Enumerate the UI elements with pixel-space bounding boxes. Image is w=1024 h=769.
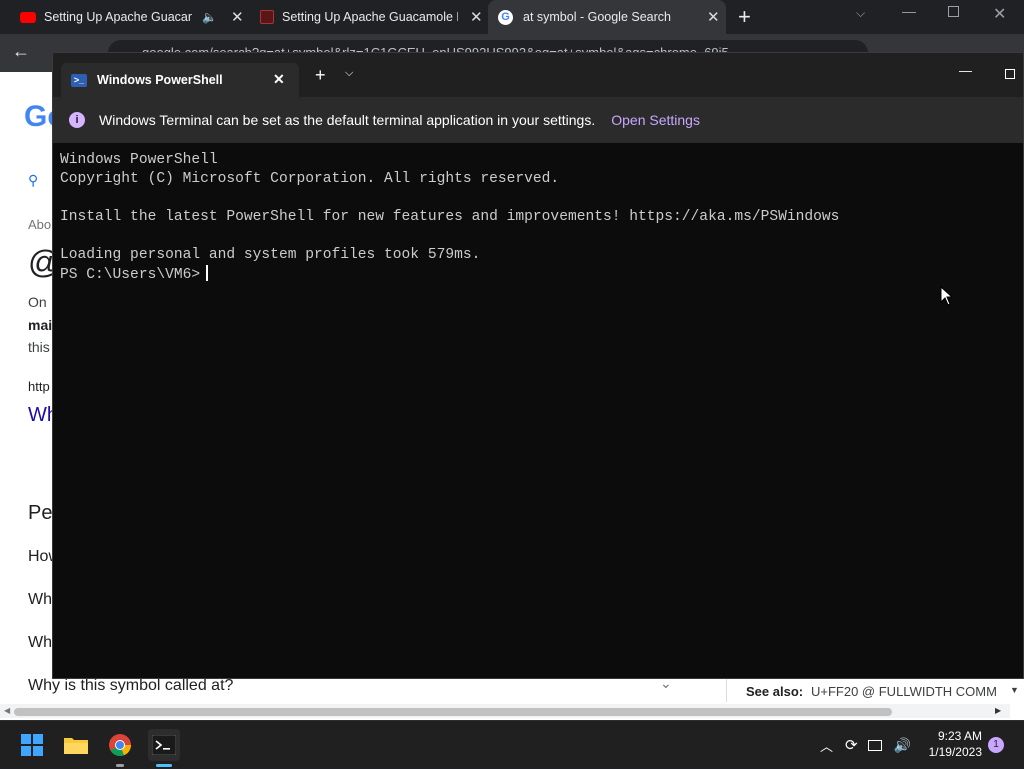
see-also-label: See also: (746, 684, 804, 699)
chevron-up-icon[interactable]: ︿ (820, 736, 833, 755)
chrome-close-icon[interactable]: ✕ (993, 4, 1006, 24)
prompt-text: PS C:\Users\VM6> (60, 267, 201, 283)
clock-time: 9:23 AM (937, 729, 982, 743)
result-url: http (28, 379, 50, 394)
snippet-this: this (28, 339, 50, 355)
chrome-tab-strip: Setting Up Apache Guacamole 🔈 ✕ Setting … (0, 0, 1024, 34)
terminal-titlebar[interactable]: >_ Windows PowerShell ✕ + ⌵ — (53, 53, 1023, 97)
snippet-on: On (28, 294, 47, 310)
guacamole-icon (260, 10, 274, 24)
terminal-window[interactable]: >_ Windows PowerShell ✕ + ⌵ — i Windows … (52, 52, 1024, 679)
infobar-message: Windows Terminal can be set as the defau… (99, 112, 596, 128)
scroll-left-icon[interactable]: ◀ (4, 706, 10, 715)
info-icon: i (69, 112, 85, 128)
default-terminal-infobar: i Windows Terminal can be set as the def… (53, 97, 1023, 143)
windows-taskbar: ︿ ⟳ 🔊 9:23 AM 1/19/2023 1 (0, 720, 1024, 768)
terminal-dropdown-icon[interactable]: ⌵ (345, 67, 353, 80)
notification-badge[interactable]: 1 (988, 737, 1004, 753)
text-cursor (206, 265, 209, 281)
chrome-tab-2[interactable]: Setting Up Apache Guacamole LI ✕ (250, 0, 486, 34)
folder-icon (64, 738, 88, 754)
terminal-minimize-icon[interactable]: — (959, 63, 972, 78)
back-arrow-icon[interactable]: ← (12, 41, 30, 62)
file-explorer-button[interactable] (60, 729, 92, 761)
console-line: Loading personal and system profiles too… (60, 247, 481, 263)
dropdown-arrow-icon[interactable]: ▼ (1010, 685, 1019, 695)
clock[interactable]: 9:23 AM 1/19/2023 (922, 728, 982, 760)
chrome-new-tab-button[interactable]: + (738, 4, 751, 30)
chrome-tab-3-title: at symbol - Google Search (523, 10, 671, 24)
start-button[interactable] (16, 729, 48, 761)
terminal-tab[interactable]: >_ Windows PowerShell ✕ (61, 63, 299, 97)
youtube-icon (20, 11, 36, 23)
mouse-pointer-icon (940, 286, 954, 306)
console-line: Windows PowerShell (60, 152, 218, 168)
console-line: Copyright (C) Microsoft Corporation. All… (60, 171, 560, 187)
network-icon[interactable] (867, 739, 882, 751)
terminal-active-indicator (156, 764, 172, 767)
terminal-tab-title: Windows PowerShell (97, 73, 223, 87)
terminal-taskbar-button[interactable] (148, 729, 180, 761)
people-also-ask-heading: Pe (28, 502, 53, 524)
chrome-minimize-icon[interactable]: — (902, 3, 916, 19)
speaker-icon: 🔈 (202, 10, 217, 24)
console-line: Install the latest PowerShell for new fe… (60, 209, 840, 225)
chrome-tab-2-close-icon[interactable]: ✕ (470, 8, 483, 26)
chrome-tab-1-close-icon[interactable]: ✕ (231, 8, 244, 26)
chrome-tab-search-icon[interactable]: ⌵ (856, 6, 865, 21)
chrome-tab-3[interactable]: G at symbol - Google Search ✕ (488, 0, 726, 34)
system-tray: ︿ ⟳ 🔊 (820, 721, 927, 769)
paa-item-2[interactable]: Wh (28, 591, 52, 609)
chrome-icon (109, 734, 132, 757)
open-settings-link[interactable]: Open Settings (611, 112, 700, 128)
powershell-icon: >_ (71, 73, 87, 87)
windows-logo-icon (21, 734, 43, 756)
terminal-maximize-icon[interactable] (1005, 69, 1015, 79)
volume-icon[interactable]: 🔊 (894, 737, 911, 754)
search-tab-icon[interactable]: ⚲ (28, 172, 38, 189)
prompt-line[interactable]: PS C:\Users\VM6> (60, 265, 1016, 285)
terminal-new-tab-button[interactable]: + (315, 65, 326, 86)
results-about-text: Abo (28, 217, 52, 232)
clock-date: 1/19/2023 (928, 745, 982, 759)
chrome-tab-1-title: Setting Up Apache Guacamole (44, 10, 192, 24)
scrollbar-thumb[interactable] (14, 708, 892, 716)
paa-item-4[interactable]: Why is this symbol called at? (28, 677, 233, 695)
chrome-tab-2-title: Setting Up Apache Guacamole LI (282, 10, 458, 24)
chrome-restore-icon[interactable] (948, 6, 959, 17)
terminal-icon (152, 735, 176, 755)
google-g-icon: G (498, 9, 513, 25)
chrome-tab-3-close-icon[interactable]: ✕ (707, 8, 720, 26)
chrome-running-indicator (116, 764, 124, 767)
chrome-tab-1[interactable]: Setting Up Apache Guacamole 🔈 ✕ (8, 0, 248, 34)
sync-icon[interactable]: ⟳ (845, 736, 858, 754)
terminal-tab-close-icon[interactable]: ✕ (273, 71, 285, 88)
chrome-taskbar-button[interactable] (104, 729, 136, 761)
paa-item-3[interactable]: Wh (28, 634, 52, 652)
see-also-value[interactable]: U+FF20 @ FULLWIDTH COMM (811, 684, 1011, 699)
scroll-right-icon[interactable]: ▶ (995, 706, 1001, 715)
snippet-mail: mai (28, 317, 53, 333)
console-output[interactable]: Windows PowerShell Copyright (C) Microsof… (60, 151, 1016, 285)
